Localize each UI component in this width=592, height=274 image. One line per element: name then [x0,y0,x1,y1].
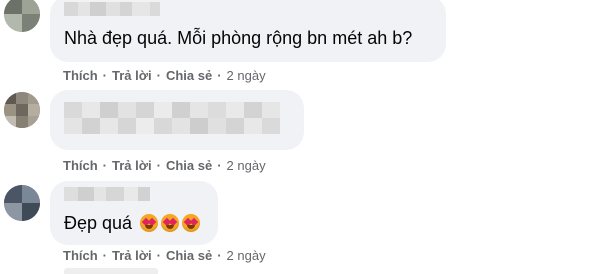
separator: · [217,157,222,173]
separator: · [102,67,108,83]
separator: · [217,247,222,263]
separator: · [217,67,222,83]
share-button[interactable]: Chia sẻ [166,158,212,173]
avatar[interactable] [4,185,40,221]
comment-text: Nhà đẹp quá. Mỗi phòng rộng bn mét ah b? [64,28,413,48]
avatar[interactable] [4,92,40,128]
heart-eyes-emoji [140,214,159,232]
comment-actions: Thích · Trả lời · Chia sẻ · 2 ngày [63,67,266,83]
blurred-comment-content [64,102,280,134]
comment-bubble: Nhà đẹp quá. Mỗi phòng rộng bn mét ah b? [50,0,446,62]
timestamp-link[interactable]: 2 ngày [227,68,266,83]
like-button[interactable]: Thích [63,68,98,83]
share-button[interactable]: Chia sẻ [166,68,212,83]
separator: · [156,67,161,83]
comment-bubble [50,90,304,150]
like-button[interactable]: Thích [63,248,98,263]
next-comment-bubble-partial [64,268,158,274]
like-button[interactable]: Thích [63,158,98,173]
reply-button[interactable]: Trả lời [112,248,152,263]
blurred-author-name[interactable] [64,2,160,16]
separator: · [156,157,161,173]
separator: · [156,247,161,263]
share-button[interactable]: Chia sẻ [166,248,212,263]
reply-button[interactable]: Trả lời [112,68,152,83]
comment-actions: Thích · Trả lời · Chia sẻ · 2 ngày [63,247,266,263]
avatar[interactable] [4,0,40,32]
reply-button[interactable]: Trả lời [112,158,152,173]
comment-text-content: Đẹp quá [64,213,133,233]
separator: · [102,157,108,173]
timestamp-link[interactable]: 2 ngày [227,158,266,173]
blurred-author-name[interactable] [64,187,150,201]
heart-eyes-emoji [182,214,201,232]
timestamp-link[interactable]: 2 ngày [227,248,266,263]
comment-text: Đẹp quá [64,213,201,234]
separator: · [102,247,108,263]
heart-eyes-emoji [161,214,180,232]
comment-bubble: Đẹp quá [50,181,218,245]
comment-actions: Thích · Trả lời · Chia sẻ · 2 ngày [63,157,266,173]
